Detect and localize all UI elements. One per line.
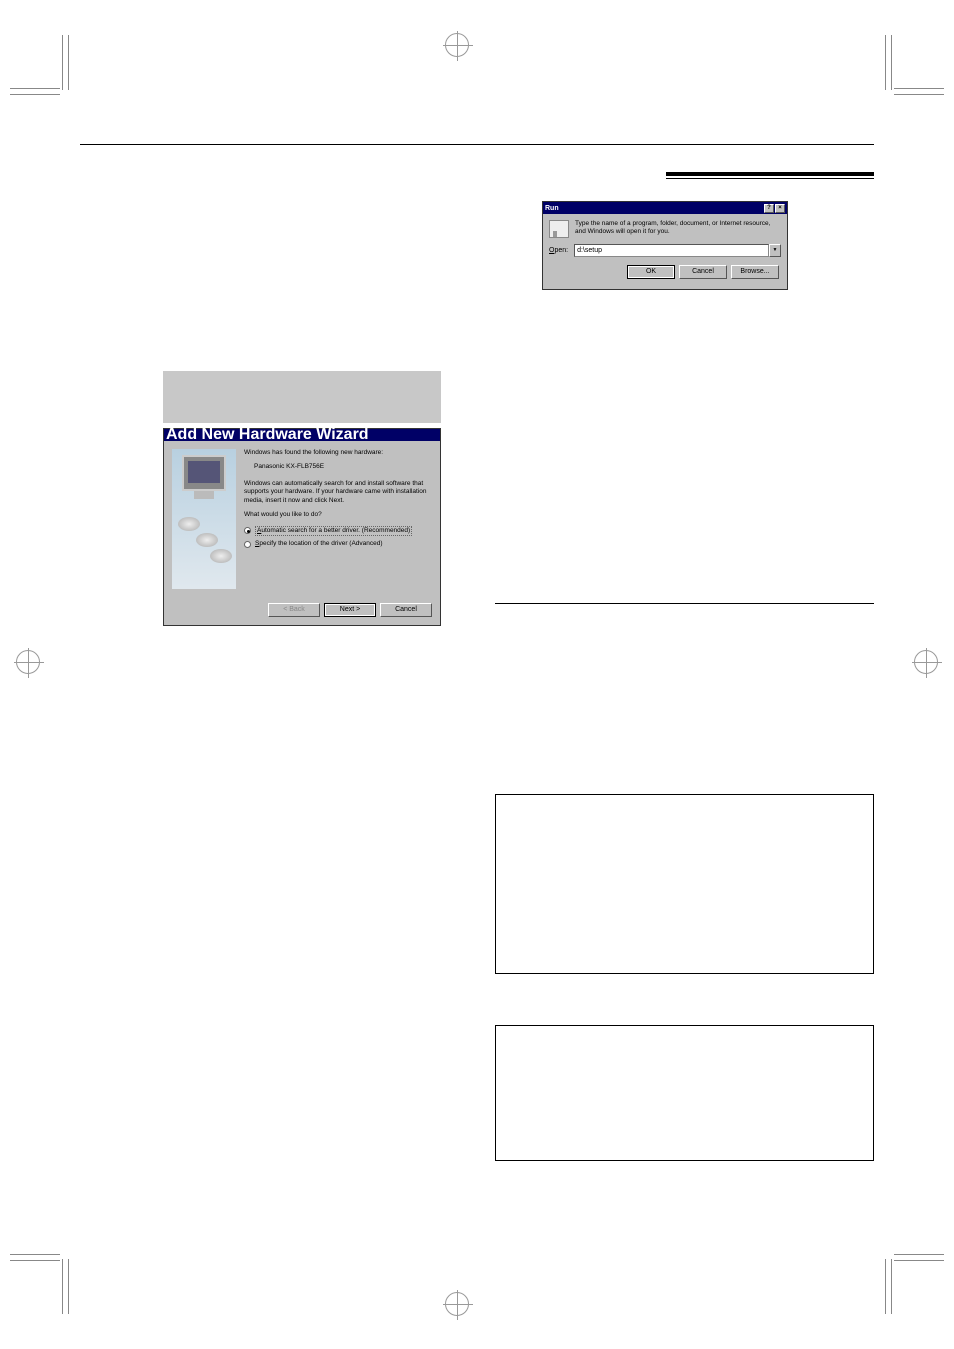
run-titlebar: Run ? × — [543, 202, 787, 214]
run-title: Run — [545, 205, 559, 212]
radio-icon — [244, 541, 251, 548]
note-box-1 — [495, 794, 874, 974]
radio-specify-location[interactable]: Specify the location of the driver (Adva… — [244, 540, 432, 548]
open-input[interactable]: d:\setup — [574, 244, 769, 257]
ok-button[interactable]: OK — [627, 265, 675, 279]
wizard-found-text: Windows has found the following new hard… — [244, 449, 432, 457]
section-underline — [666, 178, 874, 179]
note-box-2 — [495, 1025, 874, 1161]
wizard-illustration — [172, 449, 236, 589]
run-description: Type the name of a program, folder, docu… — [575, 220, 781, 236]
close-button[interactable]: × — [775, 204, 785, 213]
wizard-device-name: Panasonic KX-FLB756E — [254, 463, 432, 471]
radio-automatic-search[interactable]: Automatic search for a better driver. (R… — [244, 526, 432, 536]
page-rule — [80, 144, 874, 145]
dropdown-arrow-icon[interactable]: ▼ — [769, 244, 781, 257]
wizard-title: Add New Hardware Wizard — [166, 426, 369, 444]
open-label: Open: — [549, 247, 568, 254]
section-bar — [666, 172, 874, 176]
run-icon — [549, 220, 569, 238]
grey-banner — [163, 371, 441, 423]
wizard-titlebar: Add New Hardware Wizard — [164, 429, 440, 441]
browse-button[interactable]: Browse... — [731, 265, 779, 279]
back-button: < Back — [268, 603, 320, 617]
radio-icon — [244, 527, 251, 534]
wizard-description: Windows can automatically search for and… — [244, 480, 432, 505]
note-divider — [495, 603, 874, 604]
run-dialog: Run ? × Type the name of a program, fold… — [542, 201, 788, 290]
help-button[interactable]: ? — [764, 204, 774, 213]
cancel-button[interactable]: Cancel — [679, 265, 727, 279]
next-button[interactable]: Next > — [324, 603, 376, 617]
add-hardware-wizard: Add New Hardware Wizard Windows has foun… — [163, 428, 441, 626]
wizard-question: What would you like to do? — [244, 511, 432, 519]
wizard-cancel-button[interactable]: Cancel — [380, 603, 432, 617]
